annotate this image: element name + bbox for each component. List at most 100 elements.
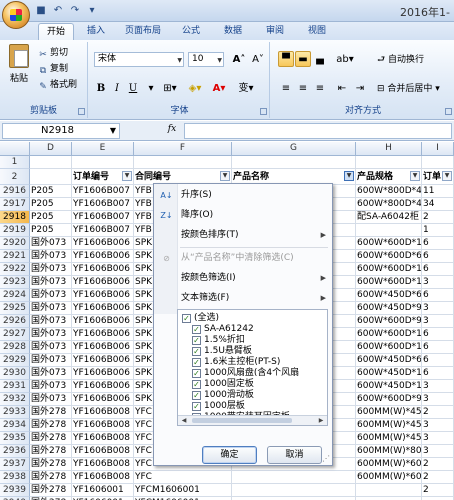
filter-dropdown-icon[interactable]: ▼ (220, 171, 230, 181)
table-cell[interactable]: 2 (422, 471, 454, 484)
table-cell[interactable]: 6 (422, 237, 454, 250)
table-cell[interactable]: 600W*600D*6U (356, 250, 422, 263)
tab-insert[interactable]: 插入 (80, 23, 112, 40)
scroll-right-icon[interactable]: ▶ (316, 416, 326, 425)
table-cell[interactable]: 国外073 (30, 289, 72, 302)
table-cell[interactable]: 国外278 (30, 432, 72, 445)
table-cell[interactable]: 3 (422, 315, 454, 328)
table-cell[interactable]: 600W*600D*9U (356, 393, 422, 406)
column-header-e[interactable]: E (72, 142, 134, 156)
format-painter-button[interactable]: ✎ 格式刷 (38, 78, 77, 92)
table-cell[interactable]: P205 (30, 185, 72, 198)
table-cell[interactable]: 600MM(W)*800MM(D)*1 (356, 445, 422, 458)
table-cell[interactable]: YF1606B006 (72, 328, 134, 341)
row-header[interactable]: 2936 (0, 445, 30, 458)
table-cell[interactable]: 600W*800D*42U (356, 198, 422, 211)
table-cell[interactable]: 600W*450D*9U (356, 302, 422, 315)
table-cell[interactable]: YF1606B006 (72, 250, 134, 263)
clipboard-launcher-icon[interactable] (78, 108, 85, 115)
table-cell[interactable]: 国外278 (30, 471, 72, 484)
table-cell[interactable]: 600MM(W)*450MM(D)*9 (356, 406, 422, 419)
table-cell[interactable]: P205 (30, 198, 72, 211)
table-cell[interactable]: 600W*600D*18U (356, 341, 422, 354)
row-header[interactable]: 2939 (0, 484, 30, 497)
sort-descending-item[interactable]: Z↓ 降序(O) (154, 207, 332, 224)
table-cell[interactable]: 3 (422, 419, 454, 432)
column-header-g[interactable]: G (232, 142, 356, 156)
table-cell[interactable]: 3 (422, 393, 454, 406)
table-cell[interactable]: 3 (422, 380, 454, 393)
table-cell[interactable]: YF1606B008 (72, 458, 134, 471)
table-cell[interactable]: 国外278 (30, 458, 72, 471)
sort-by-color-item[interactable]: 按颜色排序(T) ▶ (154, 227, 332, 244)
select-all-checkbox[interactable]: ✓ (全选) (182, 312, 219, 325)
table-cell[interactable]: 国外073 (30, 250, 72, 263)
text-filters-item[interactable]: 文本筛选(F) ▶ (154, 290, 332, 307)
tab-data[interactable]: 数据 (218, 23, 248, 40)
table-cell[interactable]: 2 (422, 211, 454, 224)
shrink-font-button[interactable]: A˅ (249, 51, 267, 67)
table-cell[interactable]: YF1606B007 (72, 198, 134, 211)
row-header[interactable]: 2923 (0, 276, 30, 289)
header-cell[interactable] (30, 169, 72, 185)
table-cell[interactable]: 600MM(W)*450MM(D)*1 (356, 432, 422, 445)
tab-page-layout[interactable]: 页面布局 (118, 23, 168, 40)
table-cell[interactable] (72, 156, 134, 169)
cut-button[interactable]: ✂ 剪切 (38, 46, 68, 60)
table-cell[interactable]: 国外073 (30, 302, 72, 315)
table-cell[interactable]: 3 (422, 276, 454, 289)
underline-button[interactable]: U (126, 80, 140, 96)
name-box[interactable]: N2918 ▼ (2, 123, 120, 139)
table-cell[interactable]: 600MM(W)*450MM(D)*1 (356, 419, 422, 432)
row-header[interactable]: 2926 (0, 315, 30, 328)
table-cell[interactable] (422, 156, 454, 169)
table-cell[interactable]: 国外073 (30, 341, 72, 354)
scrollbar-thumb[interactable] (192, 418, 292, 423)
row-header[interactable]: 2920 (0, 237, 30, 250)
table-cell[interactable]: 国外073 (30, 263, 72, 276)
table-cell[interactable]: 6 (422, 328, 454, 341)
row-header[interactable]: 2933 (0, 406, 30, 419)
filter-by-color-item[interactable]: 按颜色筛选(I) ▶ (154, 270, 332, 287)
table-cell[interactable]: 国外278 (30, 419, 72, 432)
row-header[interactable]: 2928 (0, 341, 30, 354)
row-header[interactable]: 2919 (0, 224, 30, 237)
ok-button[interactable]: 确定 (202, 446, 257, 464)
table-cell[interactable]: 600W*600D*12U (356, 328, 422, 341)
font-size-select[interactable]: 10 ▼ (188, 52, 224, 67)
table-cell[interactable]: 2 (422, 406, 454, 419)
table-cell[interactable]: 6 (422, 263, 454, 276)
row-header[interactable]: 2934 (0, 419, 30, 432)
row-header[interactable]: 2922 (0, 263, 30, 276)
filter-dropdown-icon[interactable]: ▼ (442, 171, 452, 181)
row-header[interactable]: 2937 (0, 458, 30, 471)
table-cell[interactable]: YFCM1606001 (134, 484, 232, 497)
row-header[interactable]: 2918 (0, 211, 30, 224)
table-cell[interactable]: 34 (422, 198, 454, 211)
row-header[interactable]: 2917 (0, 198, 30, 211)
table-cell[interactable]: YF1606B006 (72, 380, 134, 393)
table-cell[interactable]: 11 (422, 185, 454, 198)
table-cell[interactable]: YFC (134, 471, 232, 484)
office-button[interactable] (2, 1, 30, 29)
row-header[interactable]: 1 (0, 156, 30, 169)
align-bottom-icon[interactable]: ▄ (312, 51, 328, 67)
scroll-left-icon[interactable]: ◀ (179, 416, 189, 425)
horizontal-scrollbar[interactable]: ◀ ▶ (178, 415, 327, 425)
table-cell[interactable]: 600W*600D*12U (356, 237, 422, 250)
table-cell[interactable] (232, 484, 356, 497)
font-launcher-icon[interactable] (260, 108, 267, 115)
font-color-icon[interactable]: A▾ (208, 80, 230, 96)
align-top-icon[interactable]: ▀ (278, 51, 294, 67)
table-cell[interactable]: 国外073 (30, 328, 72, 341)
redo-icon[interactable]: ↷ (68, 4, 82, 18)
table-cell[interactable]: 6 (422, 354, 454, 367)
resize-grip-icon[interactable]: ⋰ (322, 454, 330, 463)
cancel-button[interactable]: 取消 (267, 446, 322, 464)
table-cell[interactable]: 600W*800D*42U (356, 185, 422, 198)
table-cell[interactable]: 600W*600D*9U (356, 315, 422, 328)
table-cell[interactable]: YF1606B006 (72, 315, 134, 328)
row-header[interactable]: 2938 (0, 471, 30, 484)
table-cell[interactable]: YF1606B007 (72, 224, 134, 237)
table-cell[interactable]: 600MM(W)*600MM(D)*2 (356, 458, 422, 471)
